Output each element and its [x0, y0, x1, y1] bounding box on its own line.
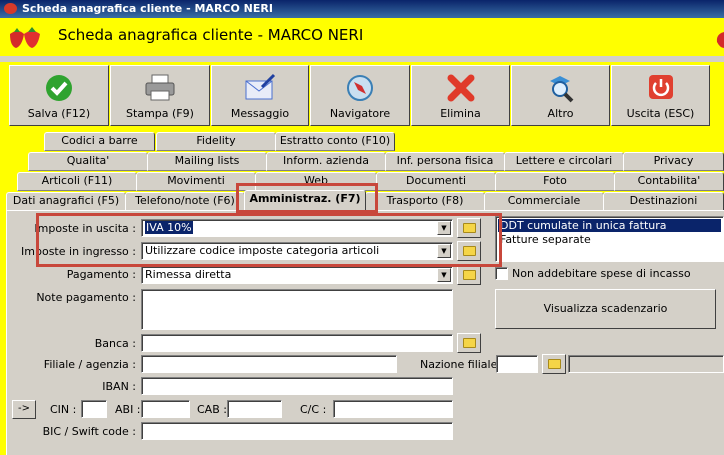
page-header: Scheda anagrafica cliente - MARCO NERI [0, 18, 724, 56]
power-icon [648, 75, 673, 99]
banca-folder-button[interactable] [457, 333, 481, 353]
tab-telefono-note[interactable]: Telefono/note (F6) [125, 192, 245, 211]
magnifier-icon [549, 76, 573, 103]
message-button[interactable]: Messaggio [211, 65, 309, 126]
ddt-listbox[interactable]: DDT cumulate in unica fattura Fatture se… [495, 216, 724, 262]
folder-icon [463, 338, 476, 348]
printer-icon [145, 74, 175, 101]
cc-input[interactable] [333, 400, 453, 418]
strawberry-icon [10, 27, 40, 48]
no-charge-label: Non addebitare spese di incasso [512, 267, 691, 280]
cab-input[interactable] [227, 400, 282, 418]
tab-commerciale[interactable]: Commerciale [484, 192, 604, 211]
print-button-label: Stampa (F9) [126, 107, 194, 120]
tab-privacy[interactable]: Privacy [623, 152, 724, 171]
tab-qualita[interactable]: Qualita' [28, 152, 148, 171]
nazione-filiale-input[interactable] [496, 355, 538, 373]
tab-documenti[interactable]: Documenti [376, 172, 496, 191]
app-icon [4, 3, 17, 14]
filiale-input[interactable] [141, 355, 397, 373]
more-button-label: Altro [547, 107, 574, 120]
check-icon [46, 75, 72, 101]
scadenzario-button[interactable]: Visualizza scadenzario [495, 289, 716, 329]
nazione-description-field [568, 355, 724, 373]
tab-codici-a-barre[interactable]: Codici a barre [44, 132, 155, 151]
window-titlebar: Scheda anagrafica cliente - MARCO NERI [0, 0, 724, 18]
abi-label: ABI : [115, 403, 141, 416]
tab-mailing-lists[interactable]: Mailing lists [147, 152, 267, 171]
tab-articoli[interactable]: Articoli (F11) [17, 172, 137, 191]
navigator-button[interactable]: Navigatore [310, 65, 410, 126]
print-button[interactable]: Stampa (F9) [110, 65, 210, 126]
pagamento-folder-button[interactable] [457, 265, 481, 285]
no-charge-checkbox[interactable] [495, 267, 508, 280]
pagamento-select[interactable]: Rimessa diretta ▼ [141, 266, 453, 284]
folder-icon [548, 359, 561, 369]
note-pagamento-label: Note pagamento : [36, 291, 136, 304]
more-button[interactable]: Altro [511, 65, 610, 126]
delete-button[interactable]: Elimina [411, 65, 510, 126]
message-button-label: Messaggio [230, 107, 290, 120]
save-button[interactable]: Salva (F12) [9, 65, 109, 126]
folder-icon [463, 270, 476, 280]
strawberry-corner-icon [716, 32, 724, 48]
compass-icon [347, 75, 373, 101]
iban-input[interactable] [141, 377, 453, 395]
highlight-tab-box [236, 183, 378, 213]
envelope-icon [245, 73, 276, 100]
tab-fidelity[interactable]: Fidelity [156, 132, 276, 151]
save-button-label: Salva (F12) [27, 107, 91, 120]
nazione-folder-button[interactable] [542, 354, 566, 374]
tab-contabilita[interactable]: Contabilita' [614, 172, 724, 191]
filiale-label: Filiale / agenzia : [43, 358, 136, 371]
tab-inf-persona-fisica[interactable]: Inf. persona fisica [385, 152, 505, 171]
nazione-filiale-label: Nazione filiale : [420, 358, 505, 371]
bic-input[interactable] [141, 422, 453, 440]
exit-button[interactable]: Uscita (ESC) [611, 65, 710, 126]
navigator-button-label: Navigatore [329, 107, 391, 120]
tab-lettere-e-circolari[interactable]: Lettere e circolari [504, 152, 624, 171]
cc-label: C/C : [300, 403, 327, 416]
cin-label: CIN : [50, 403, 77, 416]
pagamento-label: Pagamento : [66, 268, 136, 281]
bic-label: BIC / Swift code : [42, 425, 136, 438]
exit-button-label: Uscita (ESC) [626, 107, 695, 120]
note-pagamento-textarea[interactable] [141, 289, 453, 330]
tab-foto[interactable]: Foto [495, 172, 615, 191]
iban-label: IBAN : [102, 380, 136, 393]
tab-dati-anagrafici[interactable]: Dati anagrafici (F5) [6, 192, 126, 211]
tab-estratto-conto[interactable]: Estratto conto (F10) [275, 132, 395, 151]
page-title: Scheda anagrafica cliente - MARCO NERI [58, 26, 364, 44]
x-icon [447, 74, 474, 102]
tab-destinazioni[interactable]: Destinazioni [603, 192, 724, 211]
abi-input[interactable] [141, 400, 190, 418]
arrow-button[interactable]: -> [12, 400, 36, 419]
ddt-option-separate[interactable]: Fatture separate [498, 233, 721, 246]
tab-inform-azienda[interactable]: Inform. azienda [266, 152, 386, 171]
window-title: Scheda anagrafica cliente - MARCO NERI [22, 2, 273, 15]
banca-input[interactable] [141, 334, 453, 352]
tab-trasporto[interactable]: Trasporto (F8) [365, 192, 485, 211]
cab-label: CAB : [197, 403, 227, 416]
ddt-option-cumulate[interactable]: DDT cumulate in unica fattura [498, 219, 721, 232]
pagamento-value: Rimessa diretta [145, 268, 232, 281]
delete-button-label: Elimina [440, 107, 481, 120]
highlight-imposte-box [36, 213, 502, 267]
chevron-down-icon[interactable]: ▼ [437, 268, 451, 282]
cin-input[interactable] [81, 400, 107, 418]
banca-label: Banca : [94, 337, 136, 350]
